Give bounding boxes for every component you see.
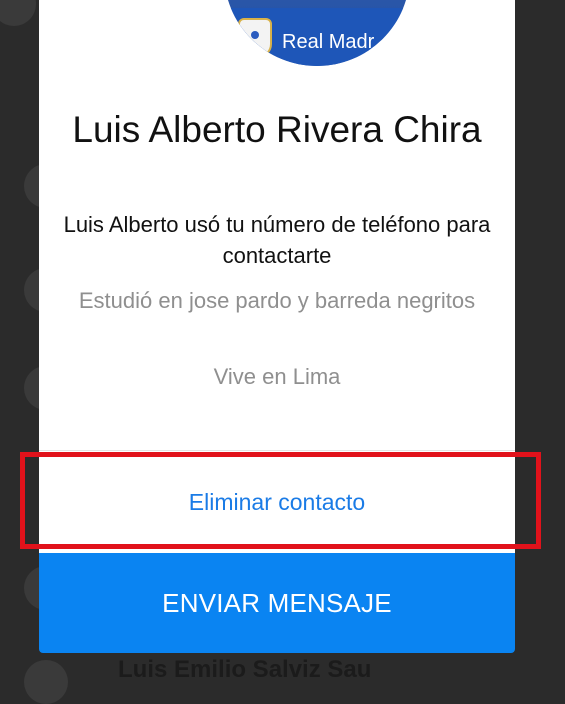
send-message-button[interactable]: ENVIAR MENSAJE <box>39 553 515 653</box>
profile-photo[interactable]: Real Madr <box>224 0 410 66</box>
club-crest-icon <box>238 18 272 58</box>
background-avatar <box>0 0 36 26</box>
contact-name: Luis Alberto Rivera Chira <box>72 109 482 150</box>
photo-caption: Real Madr <box>282 31 375 53</box>
location-text: Vive en Lima <box>213 364 341 389</box>
divider <box>39 450 515 451</box>
highlight-annotation <box>20 452 541 549</box>
contact-source-text: Luis Alberto usó tu número de teléfono p… <box>63 212 491 268</box>
education-text: Estudió en jose pardo y barreda negritos <box>78 288 476 313</box>
background-list-item-name: Luis Emilio Salviz Sau <box>118 656 372 683</box>
background-avatar <box>24 660 68 704</box>
